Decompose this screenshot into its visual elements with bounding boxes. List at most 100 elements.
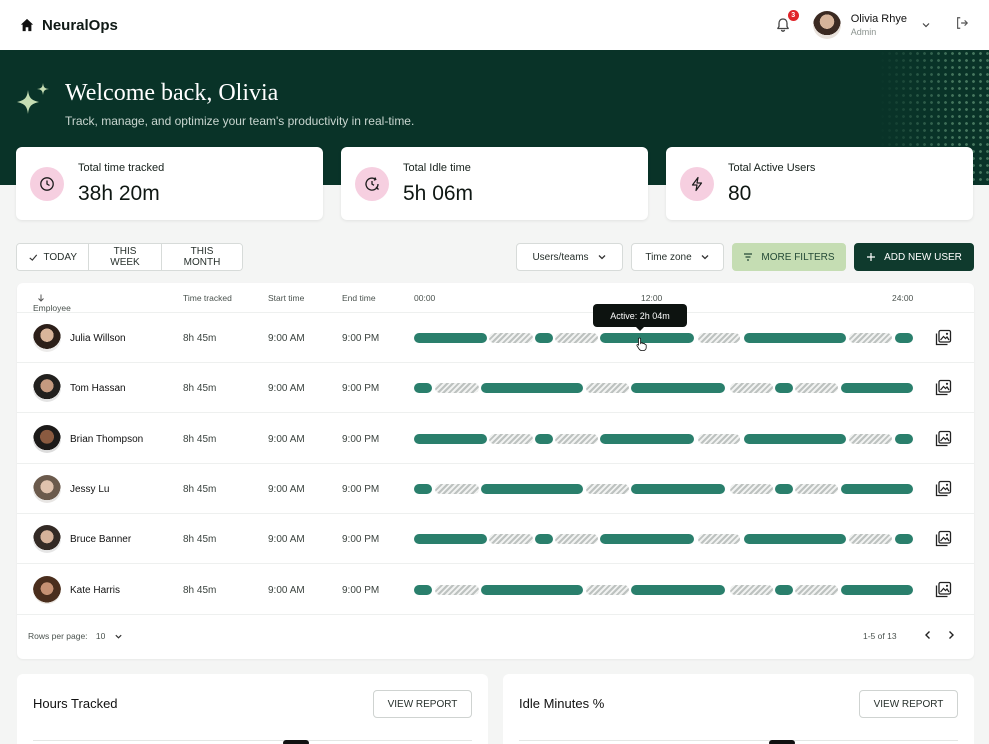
active-segment[interactable] [744, 534, 846, 545]
active-segment[interactable] [535, 534, 553, 545]
table-row[interactable]: Julia Willson 8h 45m 9:00 AM 9:00 PM [17, 313, 974, 363]
idle-segment[interactable] [489, 433, 533, 444]
idle-segment[interactable] [849, 534, 892, 545]
view-report-button[interactable]: VIEW REPORT [859, 690, 958, 718]
employee-name: Tom Hassan [70, 383, 126, 395]
table-row[interactable]: Kate Harris 8h 45m 9:00 AM 9:00 PM [17, 565, 974, 615]
idle-segment[interactable] [730, 483, 773, 494]
sparkle-icon [17, 83, 49, 114]
activity-timeline[interactable] [414, 584, 914, 595]
active-segment[interactable] [775, 584, 793, 595]
table-row[interactable]: Tom Hassan 8h 45m 9:00 AM 9:00 PM [17, 363, 974, 414]
table-row[interactable]: Brian Thompson 8h 45m 9:00 AM 9:00 PM [17, 414, 974, 464]
period-this-month[interactable]: THIS MONTH [162, 244, 242, 270]
activity-timeline[interactable] [414, 534, 914, 545]
active-segment[interactable] [481, 483, 583, 494]
active-segment[interactable] [631, 483, 725, 494]
activity-timeline[interactable] [414, 433, 914, 444]
idle-segment[interactable] [730, 383, 773, 394]
plus-icon [867, 253, 876, 261]
view-report-button[interactable]: VIEW REPORT [373, 690, 472, 718]
idle-segment[interactable] [586, 483, 629, 494]
active-segment[interactable] [414, 433, 487, 444]
period-today[interactable]: TODAY [17, 244, 89, 270]
active-segment[interactable] [841, 383, 913, 394]
notifications-button[interactable]: 3 [775, 10, 799, 35]
activity-timeline[interactable] [414, 483, 914, 494]
period-this-week[interactable]: THIS WEEK [89, 244, 162, 270]
chevron-down-icon [922, 23, 930, 28]
period-label: THIS MONTH [183, 246, 221, 268]
active-segment[interactable] [841, 483, 913, 494]
users-teams-dropdown[interactable]: Users/teams [516, 243, 623, 271]
active-segment[interactable] [895, 333, 913, 343]
active-segment[interactable] [631, 383, 725, 394]
active-segment[interactable] [600, 333, 694, 343]
activity-timeline[interactable] [414, 333, 914, 343]
user-menu[interactable]: Olivia Rhye Admin [812, 11, 931, 39]
active-segment[interactable] [841, 584, 913, 595]
screenshots-icon[interactable] [935, 430, 952, 447]
idle-segment[interactable] [555, 333, 598, 343]
active-segment[interactable] [535, 333, 553, 343]
idle-segment[interactable] [795, 383, 838, 394]
idle-segment[interactable] [489, 534, 533, 545]
idle-segment[interactable] [849, 433, 892, 444]
active-segment[interactable] [414, 383, 432, 394]
active-segment[interactable] [775, 383, 793, 394]
screenshots-icon[interactable] [935, 530, 952, 547]
active-segment[interactable] [481, 584, 583, 595]
idle-segment[interactable] [435, 383, 479, 394]
idle-segment[interactable] [698, 333, 740, 343]
stat-value: 38h 20m [78, 182, 160, 205]
time-zone-dropdown[interactable]: Time zone [631, 243, 724, 271]
idle-segment[interactable] [435, 584, 479, 595]
add-new-user-button[interactable]: ADD NEW USER [854, 243, 974, 271]
time-tracked: 8h 45m [183, 383, 217, 395]
chevron-right-icon[interactable] [945, 629, 957, 641]
active-segment[interactable] [895, 534, 913, 545]
active-segment[interactable] [631, 584, 725, 595]
active-segment[interactable] [414, 534, 487, 545]
screenshots-icon[interactable] [935, 379, 952, 396]
idle-segment[interactable] [730, 584, 773, 595]
active-segment[interactable] [481, 383, 583, 394]
activity-timeline[interactable] [414, 383, 914, 394]
screenshots-icon[interactable] [935, 480, 952, 497]
end-time: 9:00 PM [342, 534, 380, 546]
idle-segment[interactable] [435, 483, 479, 494]
more-filters-button[interactable]: MORE FILTERS [732, 243, 846, 271]
start-time: 9:00 AM [268, 584, 305, 596]
idle-segment[interactable] [795, 483, 838, 494]
idle-segment[interactable] [795, 584, 838, 595]
rows-per-page[interactable]: Rows per page: 10 [28, 631, 123, 641]
active-segment[interactable] [744, 333, 846, 343]
idle-segment[interactable] [555, 433, 598, 444]
active-segment[interactable] [414, 333, 487, 343]
table-row[interactable]: Jessy Lu 8h 45m 9:00 AM 9:00 PM [17, 464, 974, 514]
idle-segment[interactable] [849, 333, 892, 343]
active-segment[interactable] [895, 433, 913, 444]
column-employee[interactable]: Employee [33, 293, 71, 313]
screenshots-icon[interactable] [935, 329, 952, 346]
active-segment[interactable] [744, 433, 846, 444]
active-segment[interactable] [414, 584, 432, 595]
idle-segment[interactable] [698, 433, 740, 444]
logout-button[interactable] [955, 16, 969, 35]
active-segment[interactable] [414, 483, 432, 494]
brand-name: NeuralOps [42, 16, 118, 34]
idle-segment[interactable] [555, 534, 598, 545]
table-row[interactable]: Bruce Banner 8h 45m 9:00 AM 9:00 PM [17, 514, 974, 565]
chevron-left-icon[interactable] [922, 629, 934, 641]
idle-segment[interactable] [698, 534, 740, 545]
screenshots-icon[interactable] [935, 581, 952, 598]
idle-segment[interactable] [586, 584, 629, 595]
lightning-icon [691, 176, 703, 192]
brand[interactable]: NeuralOps [20, 17, 118, 34]
idle-segment[interactable] [489, 333, 533, 343]
active-segment[interactable] [600, 433, 694, 444]
active-segment[interactable] [600, 534, 694, 545]
idle-segment[interactable] [586, 383, 629, 394]
active-segment[interactable] [535, 433, 553, 444]
active-segment[interactable] [775, 483, 793, 494]
